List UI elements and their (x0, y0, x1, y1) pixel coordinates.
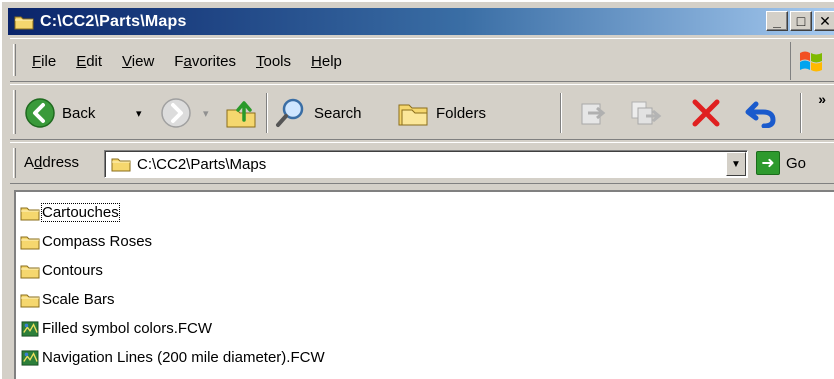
close-button[interactable]: ✕ (814, 11, 834, 31)
menu-help[interactable]: Help (301, 53, 352, 70)
back-arrow-icon (25, 98, 55, 128)
map-file-icon (21, 349, 39, 366)
chevron-right-icon: » (818, 91, 826, 107)
menu-edit[interactable]: Edit (66, 53, 112, 70)
toolbar-grip[interactable] (13, 90, 16, 134)
file-name: Cartouches (41, 203, 120, 222)
go-arrow-icon: ➜ (756, 151, 780, 175)
menu-bar: File Edit View Favorites Tools Help (10, 38, 834, 82)
back-label: Back (62, 104, 96, 122)
list-item-folder[interactable]: Scale Bars (20, 285, 325, 314)
menu-file[interactable]: File (22, 53, 66, 70)
file-name: Navigation Lines (200 mile diameter).FCW (42, 349, 325, 366)
search-button[interactable]: Search (274, 85, 362, 141)
maximize-button[interactable]: □ (790, 11, 812, 31)
undo-icon (745, 101, 776, 128)
toolbar-more-button[interactable]: » (818, 91, 826, 107)
address-grip[interactable] (13, 148, 16, 178)
menu-grip[interactable] (13, 44, 16, 76)
folder-icon (20, 207, 40, 220)
delete-button[interactable] (690, 85, 722, 141)
delete-icon (692, 99, 720, 127)
folders-icon (398, 104, 428, 126)
copy-to-icon (631, 101, 662, 125)
folders-label: Folders (436, 104, 487, 122)
title-bar[interactable]: C:\CC2\Parts\Maps _ □ ✕ (8, 8, 834, 35)
toolbar-separator (266, 93, 268, 133)
windows-logo (790, 42, 830, 80)
explorer-window: C:\CC2\Parts\Maps _ □ ✕ File Edit View F… (0, 0, 834, 379)
folder-icon (20, 236, 40, 249)
go-label: Go (786, 154, 807, 172)
chevron-down-icon: ▾ (203, 107, 209, 120)
minimize-button[interactable]: _ (766, 11, 788, 31)
back-dropdown[interactable]: ▾ (136, 85, 142, 141)
folder-icon (14, 16, 34, 29)
menu-favorites[interactable]: Favorites (164, 53, 246, 70)
list-item-folder[interactable]: Contours (20, 256, 325, 285)
folder-icon (20, 294, 40, 307)
folder-icon (111, 158, 131, 172)
search-icon (276, 98, 304, 127)
list-item-folder[interactable]: Compass Roses (20, 227, 325, 256)
menu-view[interactable]: View (112, 53, 164, 70)
menu-tools[interactable]: Tools (246, 53, 301, 70)
toolbar-separator (800, 93, 802, 133)
move-to-icon (581, 103, 606, 125)
address-value: C:\CC2\Parts\Maps (137, 155, 267, 173)
search-label: Search (314, 104, 362, 122)
back-button[interactable]: Back (24, 85, 95, 141)
toolbar-separator (560, 93, 562, 133)
file-name: Scale Bars (42, 291, 115, 308)
folder-icon (20, 265, 40, 278)
chevron-down-icon: ▾ (136, 107, 142, 120)
file-name: Compass Roses (42, 233, 153, 250)
windows-flag-icon (799, 51, 822, 72)
maximize-icon: □ (796, 13, 806, 29)
list-item-file[interactable]: Filled symbol colors.FCW (20, 314, 325, 343)
list-item-file[interactable]: Navigation Lines (200 mile diameter).FCW (20, 343, 325, 372)
window-title: C:\CC2\Parts\Maps (40, 12, 187, 30)
file-list-pane[interactable]: Cartouches Compass Roses Contours Scale … (14, 190, 834, 379)
undo-button[interactable] (744, 85, 778, 141)
chevron-down-icon: ▼ (731, 158, 741, 170)
forward-dropdown[interactable]: ▾ (203, 85, 209, 141)
window-controls: _ □ ✕ (766, 11, 834, 31)
folder-up-icon (226, 101, 256, 128)
forward-arrow-icon (161, 98, 191, 128)
file-name: Contours (42, 262, 103, 279)
minimize-icon: _ (773, 13, 781, 29)
file-list: Cartouches Compass Roses Contours Scale … (20, 198, 325, 372)
copy-to-button[interactable] (628, 85, 662, 141)
file-name: Filled symbol colors.FCW (42, 320, 213, 337)
address-input[interactable]: C:\CC2\Parts\Maps ▼ (104, 150, 748, 178)
map-file-icon (21, 320, 39, 337)
address-dropdown-button[interactable]: ▼ (726, 152, 746, 176)
close-icon: ✕ (819, 12, 831, 29)
go-button[interactable]: ➜ Go (756, 151, 806, 175)
address-label: Address (24, 154, 80, 171)
folders-button[interactable]: Folders (396, 85, 486, 141)
move-to-button[interactable] (578, 85, 610, 141)
address-bar: Address C:\CC2\Parts\Maps ▼ ➜ Go (10, 142, 834, 184)
list-item-folder[interactable]: Cartouches (20, 198, 325, 227)
forward-button[interactable] (160, 85, 192, 141)
up-button[interactable] (224, 85, 258, 141)
standard-toolbar: Back ▾ ▾ Search Folders » (10, 84, 834, 140)
